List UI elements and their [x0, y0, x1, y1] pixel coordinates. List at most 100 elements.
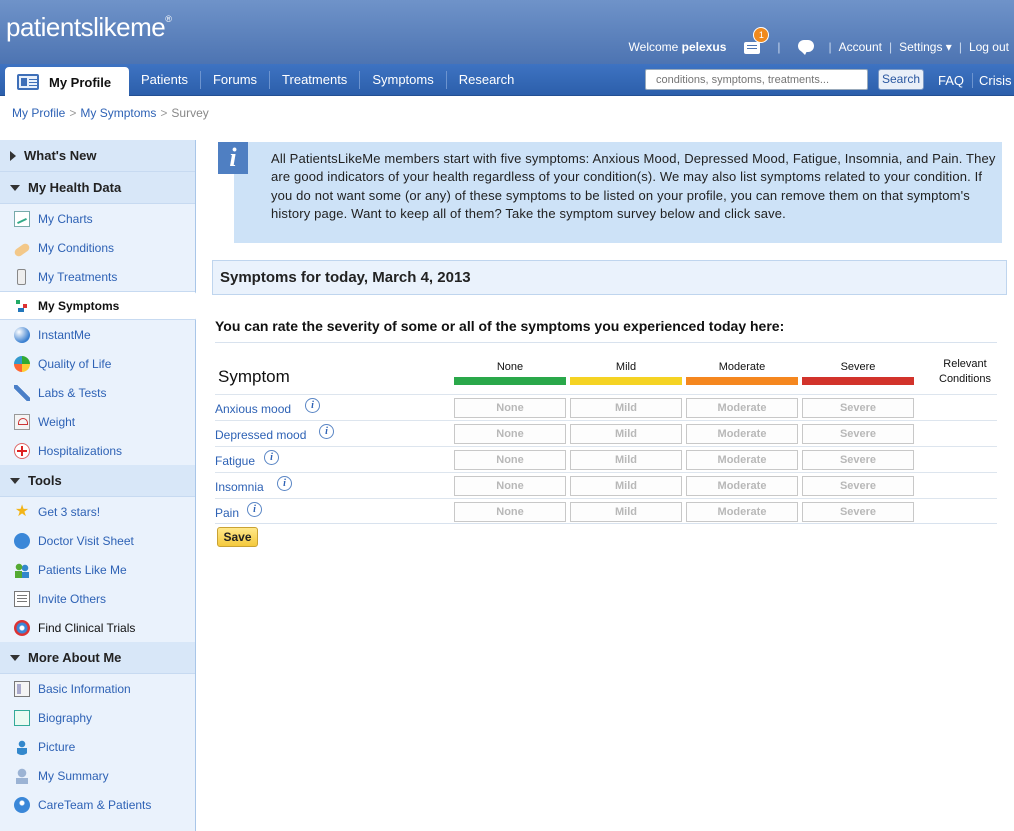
severity-table-header: Symptom None Mild Moderate Severe Releva…	[215, 355, 997, 394]
divider	[215, 523, 997, 524]
divider: |	[828, 40, 832, 54]
info-icon[interactable]: i	[247, 502, 262, 517]
severity-none-button[interactable]: None	[454, 398, 566, 418]
tab-forums[interactable]: Forums	[199, 71, 269, 89]
severity-moderate-button[interactable]: Moderate	[686, 476, 798, 496]
info-icon[interactable]: i	[277, 476, 292, 491]
symptom-link[interactable]: Anxious mood	[215, 402, 291, 416]
severity-moderate-button[interactable]: Moderate	[686, 398, 798, 418]
symptom-link[interactable]: Pain	[215, 506, 239, 520]
sidebar-item-basic-information[interactable]: Basic Information	[0, 674, 195, 703]
sidebar-item-biography[interactable]: Biography	[0, 703, 195, 732]
tab-patients[interactable]: Patients	[129, 71, 200, 89]
tab-my-profile[interactable]: My Profile	[5, 67, 129, 97]
sidebar-section-my-health-data[interactable]: My Health Data	[0, 172, 195, 204]
search-button[interactable]: Search	[878, 69, 924, 90]
severity-mild-button[interactable]: Mild	[570, 450, 682, 470]
scale-icon	[14, 413, 30, 430]
symptom-link[interactable]: Depressed mood	[215, 428, 306, 442]
info-text: All PatientsLikeMe members start with fi…	[271, 151, 996, 221]
sidebar-item-patients-like-me[interactable]: Patients Like Me	[0, 555, 195, 584]
severity-severe-button[interactable]: Severe	[802, 502, 914, 522]
sidebar-item-instantme[interactable]: InstantMe	[0, 320, 195, 349]
sidebar-item-picture[interactable]: Picture	[0, 732, 195, 761]
sidebar-item-label: Hospitalizations	[38, 443, 123, 458]
sidebar-section-more-about-me[interactable]: More About Me	[0, 642, 195, 674]
sidebar-item-label: InstantMe	[38, 327, 91, 342]
severity-mild-button[interactable]: Mild	[570, 398, 682, 418]
sidebar-item-find-clinical-trials[interactable]: Find Clinical Trials	[0, 613, 195, 642]
sidebar-item-get-3-stars[interactable]: ★ Get 3 stars!	[0, 497, 195, 526]
severity-mild-button[interactable]: Mild	[570, 502, 682, 522]
symptom-link[interactable]: Fatigue	[215, 454, 255, 468]
settings-menu[interactable]: Settings ▾	[899, 40, 952, 54]
picture-icon	[14, 738, 30, 755]
symptom-row-anxious-mood: Anxious mood i None Mild Moderate Severe	[215, 394, 997, 420]
sidebar-item-invite-others[interactable]: Invite Others	[0, 584, 195, 613]
severity-severe-button[interactable]: Severe	[802, 450, 914, 470]
none-color-bar	[454, 377, 566, 385]
severity-none-button[interactable]: None	[454, 450, 566, 470]
relevant-conditions-header: Relevant Conditions	[939, 358, 991, 385]
divider	[215, 342, 997, 343]
sidebar-section-tools[interactable]: Tools	[0, 465, 195, 497]
severity-none-button[interactable]: None	[454, 502, 566, 522]
severity-mild-button[interactable]: Mild	[570, 424, 682, 444]
info-icon[interactable]: i	[319, 424, 334, 439]
survey-title: Symptoms for today, March 4, 2013	[212, 260, 1007, 295]
divider: |	[958, 40, 962, 54]
logout-link[interactable]: Log out	[969, 40, 1009, 54]
save-button[interactable]: Save	[217, 527, 258, 547]
info-icon[interactable]: i	[305, 398, 320, 413]
sidebar-item-careteam-patients[interactable]: CareTeam & Patients	[0, 790, 195, 819]
crisis-link[interactable]: Crisis	[972, 72, 1012, 88]
sidebar-item-quality-of-life[interactable]: Quality of Life	[0, 349, 195, 378]
sidebar-item-label: Get 3 stars!	[38, 504, 101, 519]
sidebar-item-doctor-visit-sheet[interactable]: Doctor Visit Sheet	[0, 526, 195, 555]
sidebar-item-hospitalizations[interactable]: Hospitalizations	[0, 436, 195, 465]
account-bar: Welcome pelexus 1 | | Account | Settings…	[629, 27, 1014, 56]
chat-button[interactable]	[794, 39, 816, 55]
severity-moderate-button[interactable]: Moderate	[686, 502, 798, 522]
clinical-trials-icon	[14, 619, 30, 636]
search-input[interactable]	[645, 69, 868, 90]
breadcrumb-my-profile[interactable]: My Profile	[12, 106, 65, 120]
bandage-icon	[13, 241, 31, 258]
severity-moderate-button[interactable]: Moderate	[686, 424, 798, 444]
chat-bubble-icon	[797, 40, 814, 55]
tab-symptoms[interactable]: Symptoms	[359, 71, 445, 89]
severity-severe-button[interactable]: Severe	[802, 398, 914, 418]
breadcrumb-my-symptoms[interactable]: My Symptoms	[80, 106, 156, 120]
tab-research[interactable]: Research	[445, 71, 527, 89]
pill-bottle-icon	[17, 268, 26, 285]
severity-none-button[interactable]: None	[454, 476, 566, 496]
symptoms-icon	[14, 297, 30, 314]
sidebar-item-my-summary[interactable]: My Summary	[0, 761, 195, 790]
sidebar: What's New My Health Data My Charts My C…	[0, 140, 204, 831]
sidebar-item-labs-tests[interactable]: Labs & Tests	[0, 378, 195, 407]
severity-severe-button[interactable]: Severe	[802, 424, 914, 444]
breadcrumb-current: Survey	[171, 106, 209, 120]
severity-none-button[interactable]: None	[454, 424, 566, 444]
sidebar-section-whats-new[interactable]: What's New	[0, 140, 195, 172]
username[interactable]: pelexus	[682, 40, 727, 54]
symptom-link[interactable]: Insomnia	[215, 480, 264, 494]
severity-moderate-button[interactable]: Moderate	[686, 450, 798, 470]
tab-treatments[interactable]: Treatments	[269, 71, 359, 89]
site-logo[interactable]: patientslikeme®	[6, 12, 172, 43]
sidebar-item-weight[interactable]: Weight	[0, 407, 195, 436]
sidebar-item-my-treatments[interactable]: My Treatments	[0, 262, 195, 291]
sidebar-item-my-charts[interactable]: My Charts	[0, 204, 195, 233]
instantme-icon	[14, 326, 30, 343]
account-link[interactable]: Account	[839, 40, 882, 54]
info-icon[interactable]: i	[264, 450, 279, 465]
messages-button[interactable]: 1	[742, 27, 770, 55]
severity-severe-button[interactable]: Severe	[802, 476, 914, 496]
severe-column-header: Severe	[840, 361, 876, 373]
sidebar-item-my-conditions[interactable]: My Conditions	[0, 233, 195, 262]
sidebar-item-my-symptoms[interactable]: My Symptoms	[0, 291, 204, 320]
sidebar-item-label: Find Clinical Trials	[38, 620, 136, 635]
symptom-row-depressed-mood: Depressed mood i None Mild Moderate Seve…	[215, 420, 997, 446]
faq-link[interactable]: FAQ	[930, 73, 972, 88]
severity-mild-button[interactable]: Mild	[570, 476, 682, 496]
